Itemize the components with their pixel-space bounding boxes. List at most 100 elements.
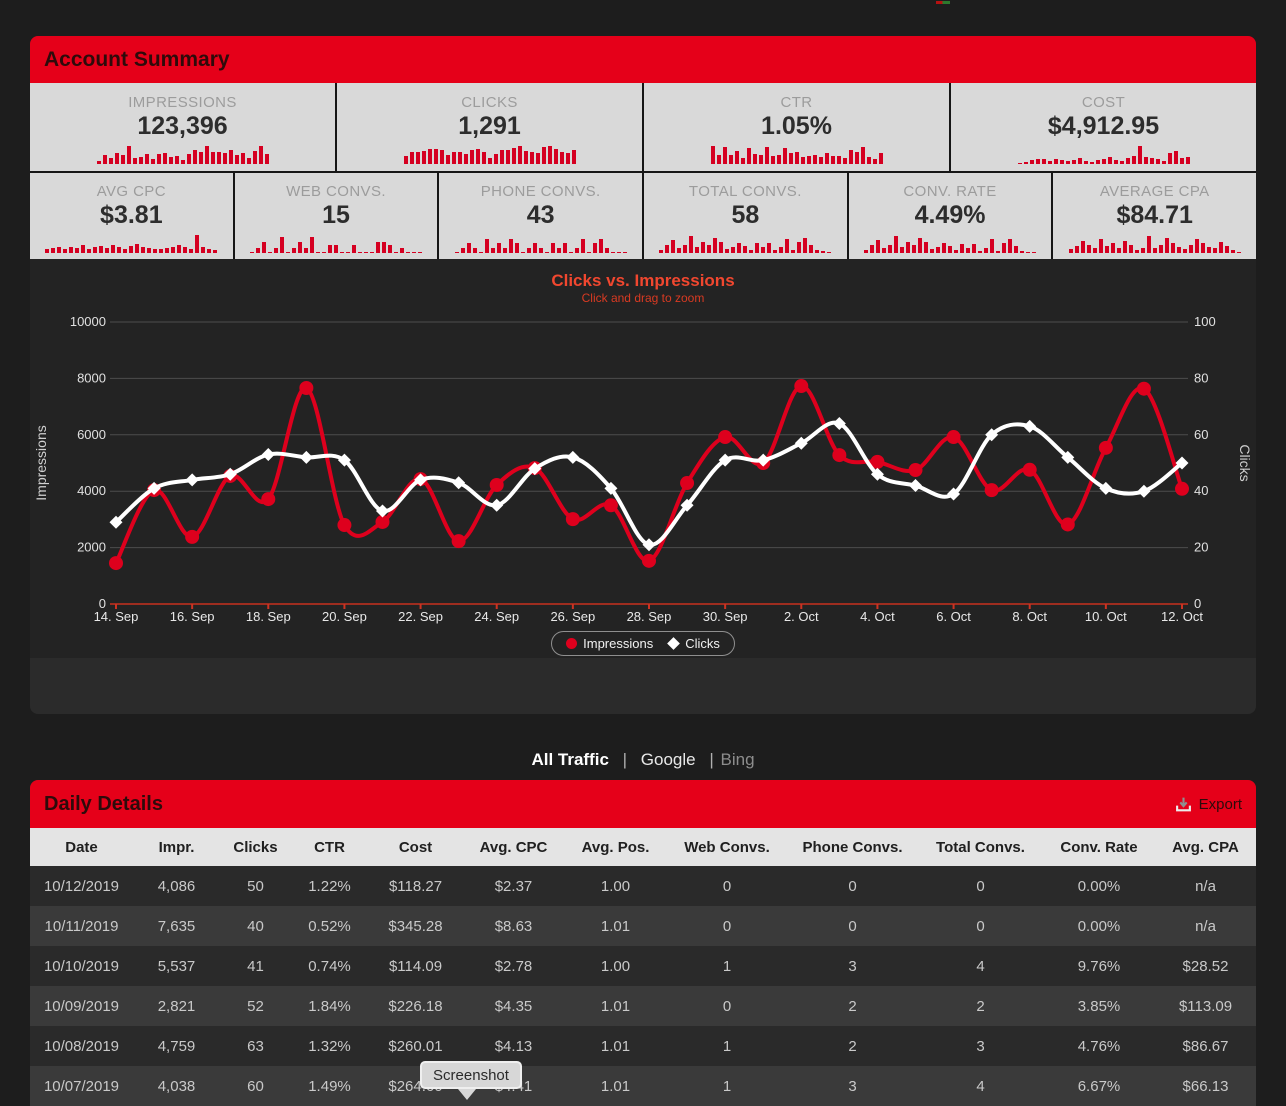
data-point-clicks[interactable]: [262, 448, 275, 461]
cell-avg-pos: 1.00: [564, 866, 667, 906]
data-point-impressions[interactable]: [832, 448, 846, 462]
cell-clicks: 63: [220, 1026, 291, 1066]
tab-google[interactable]: Google: [641, 750, 696, 769]
data-point-clicks[interactable]: [186, 473, 199, 486]
dashboard-page: { "colors": { "accent_red": "#e50019", "…: [0, 0, 1286, 1104]
svg-text:10000: 10000: [70, 314, 106, 329]
cell-total-convs: 3: [918, 1026, 1043, 1066]
cell-date: 10/12/2019: [30, 866, 133, 906]
data-point-impressions[interactable]: [1175, 482, 1189, 496]
data-point-impressions[interactable]: [794, 379, 808, 393]
legend-item-clicks[interactable]: Clicks: [669, 636, 720, 651]
data-point-impressions[interactable]: [642, 554, 656, 568]
kpi-sparkline: [1069, 233, 1241, 253]
data-point-impressions[interactable]: [1099, 441, 1113, 455]
cell-phone-convs: 0: [787, 866, 918, 906]
column-header-avg-cpc[interactable]: Avg. CPC: [463, 828, 564, 866]
kpi-label: COST: [1082, 94, 1125, 111]
data-point-impressions[interactable]: [947, 430, 961, 444]
cell-date: 10/10/2019: [30, 946, 133, 986]
data-point-clicks[interactable]: [909, 479, 922, 492]
kpi-row-1: IMPRESSIONS123,396CLICKS1,291CTR1.05%COS…: [30, 83, 1256, 173]
data-point-impressions[interactable]: [1023, 463, 1037, 477]
kpi-label: AVG CPC: [97, 183, 166, 200]
cell-ctr: 0.52%: [291, 906, 368, 946]
kpi-label: PHONE CONVS.: [481, 183, 601, 200]
kpi-sparkline: [864, 233, 1036, 253]
svg-text:10. Oct: 10. Oct: [1085, 609, 1127, 624]
table-row: 10/09/20192,821521.84%$226.18$4.351.0102…: [30, 986, 1256, 1026]
cell-web-convs: 1: [667, 1026, 787, 1066]
cell-phone-convs: 3: [787, 1066, 918, 1106]
data-point-impressions[interactable]: [1137, 382, 1151, 396]
data-point-clicks[interactable]: [566, 451, 579, 464]
data-point-impressions[interactable]: [985, 483, 999, 497]
kpi-card-cost: COST$4,912.95: [951, 83, 1256, 171]
tab-bing[interactable]: Bing: [721, 750, 755, 769]
data-point-clicks[interactable]: [1023, 420, 1036, 433]
column-header-cost[interactable]: Cost: [368, 828, 463, 866]
column-header-conv-rate[interactable]: Conv. Rate: [1043, 828, 1155, 866]
cell-total-convs: 2: [918, 986, 1043, 1026]
data-point-impressions[interactable]: [1061, 517, 1075, 531]
cell-clicks: 50: [220, 866, 291, 906]
column-header-avg-cpa[interactable]: Avg. CPA: [1155, 828, 1256, 866]
cell-cost: $114.09: [368, 946, 463, 986]
column-header-avg-pos[interactable]: Avg. Pos.: [564, 828, 667, 866]
cell-impr: 4,086: [133, 866, 220, 906]
data-point-impressions[interactable]: [490, 478, 504, 492]
data-point-impressions[interactable]: [185, 530, 199, 544]
svg-text:2000: 2000: [77, 540, 106, 555]
kpi-label: IMPRESSIONS: [128, 94, 237, 111]
cell-impr: 4,038: [133, 1066, 220, 1106]
data-point-impressions[interactable]: [337, 518, 351, 532]
legend-label-impressions: Impressions: [583, 636, 653, 651]
cell-avg-pos: 1.01: [564, 986, 667, 1026]
chart-legend-row: Impressions Clicks: [30, 631, 1256, 657]
tooltip-label: Screenshot: [433, 1067, 509, 1084]
kpi-card-web-convs: WEB CONVS.15: [235, 173, 440, 259]
data-point-impressions[interactable]: [566, 512, 580, 526]
data-point-impressions[interactable]: [718, 430, 732, 444]
cell-avg-pos: 1.01: [564, 1026, 667, 1066]
column-header-date[interactable]: Date: [30, 828, 133, 866]
kpi-label: CONV. RATE: [903, 183, 996, 200]
data-point-impressions[interactable]: [680, 476, 694, 490]
column-header-impr[interactable]: Impr.: [133, 828, 220, 866]
cell-ctr: 1.32%: [291, 1026, 368, 1066]
data-point-impressions[interactable]: [299, 381, 313, 395]
chart-plot-area[interactable]: 0200040006000800010000020406080100Impres…: [30, 309, 1256, 631]
cell-clicks: 41: [220, 946, 291, 986]
svg-text:16. Sep: 16. Sep: [170, 609, 215, 624]
cell-avg-cpc: $8.63: [463, 906, 564, 946]
data-point-clicks[interactable]: [1137, 485, 1150, 498]
svg-text:24. Sep: 24. Sep: [474, 609, 519, 624]
kpi-value: $84.71: [1116, 201, 1192, 230]
cell-date: 10/08/2019: [30, 1026, 133, 1066]
data-point-impressions[interactable]: [261, 492, 275, 506]
tab-all-traffic[interactable]: All Traffic: [531, 750, 608, 769]
tooltip-tail-icon: [458, 1089, 476, 1100]
kpi-sparkline: [45, 233, 217, 253]
export-button[interactable]: Export: [1175, 796, 1242, 813]
column-header-phone-convs[interactable]: Phone Convs.: [787, 828, 918, 866]
column-header-web-convs[interactable]: Web Convs.: [667, 828, 787, 866]
svg-text:8. Oct: 8. Oct: [1012, 609, 1047, 624]
data-point-clicks[interactable]: [300, 451, 313, 464]
kpi-sparkline: [404, 144, 576, 164]
data-point-impressions[interactable]: [109, 556, 123, 570]
kpi-row-2: AVG CPC$3.81WEB CONVS.15PHONE CONVS.43TO…: [30, 173, 1256, 259]
kpi-value: $4,912.95: [1048, 112, 1159, 141]
column-header-ctr[interactable]: CTR: [291, 828, 368, 866]
data-point-impressions[interactable]: [452, 534, 466, 548]
cell-date: 10/07/2019: [30, 1066, 133, 1106]
status-speck: [936, 1, 950, 4]
legend-item-impressions[interactable]: Impressions: [566, 636, 653, 651]
column-header-total-convs[interactable]: Total Convs.: [918, 828, 1043, 866]
column-header-clicks[interactable]: Clicks: [220, 828, 291, 866]
cell-total-convs: 4: [918, 1066, 1043, 1106]
data-point-impressions[interactable]: [909, 463, 923, 477]
data-point-clicks[interactable]: [490, 499, 503, 512]
data-point-impressions[interactable]: [604, 498, 618, 512]
export-label: Export: [1199, 796, 1242, 813]
